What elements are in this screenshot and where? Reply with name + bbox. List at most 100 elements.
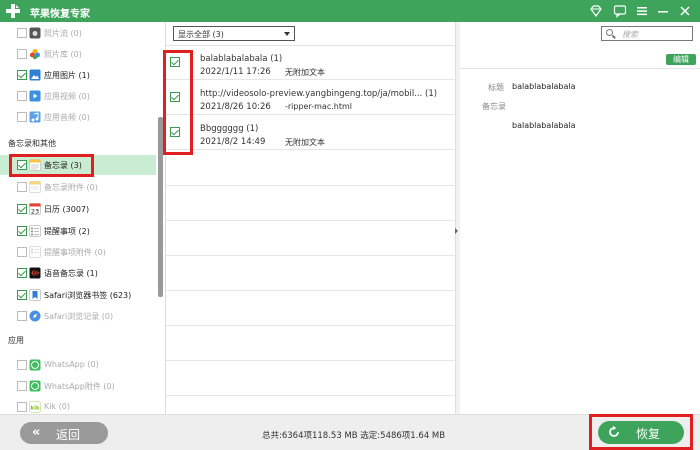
checkbox[interactable] (17, 70, 27, 80)
image-icon (29, 69, 41, 81)
list-item-note: 无附加文本 (285, 68, 325, 77)
search-icon (606, 29, 613, 36)
checkbox[interactable] (17, 268, 27, 278)
checkbox[interactable] (17, 112, 27, 122)
checkbox[interactable] (17, 402, 27, 412)
highlight-notes-item (9, 154, 94, 177)
safari-bookmark-icon (29, 289, 41, 301)
sidebar-item-kik[interactable]: kik Kik (0) (0, 397, 160, 414)
search-placeholder: 搜索 (622, 30, 638, 39)
memo-value: balablabalabala (512, 121, 576, 130)
close-icon[interactable] (678, 4, 692, 18)
empty-row (166, 291, 456, 326)
sidebar-item-label: Kik (0) (44, 402, 70, 411)
checkbox[interactable] (17, 360, 27, 370)
empty-row (166, 186, 456, 221)
divider (460, 68, 700, 69)
section-header-memo: 备忘录和其他 (8, 139, 56, 148)
list-item-note: 无附加文本 (285, 138, 325, 147)
filter-dropdown-value: 显示全部 (3) (178, 30, 224, 39)
sidebar-item-label: Safari浏览器书签 (623) (44, 291, 132, 300)
filter-dropdown[interactable]: 显示全部 (3) (173, 26, 295, 41)
checkbox[interactable] (17, 290, 27, 300)
list-item[interactable]: http://videosolo-preview.yangbingeng.top… (166, 81, 456, 115)
reminders-icon (29, 225, 41, 237)
app-title: 苹果恢复专家 (30, 9, 90, 20)
sidebar-item-label: 应用音频 (0) (44, 113, 90, 122)
empty-row (166, 326, 456, 361)
list-item-note: -ripper-mac.html (285, 102, 352, 111)
list-item-date: 2021/8/2 14:49 (200, 137, 266, 147)
sidebar-item-label: 应用视频 (0) (44, 92, 90, 101)
empty-row (166, 361, 456, 396)
list-item-title: Bbgggggg (1) (200, 124, 259, 134)
sidebar-item-whatsapp[interactable]: WhatsApp (0) (0, 355, 160, 375)
list-item[interactable]: Bbgggggg (1) 2021/8/2 14:49 无附加文本 (166, 116, 456, 150)
edit-button[interactable]: 编辑 (666, 54, 696, 65)
empty-row (166, 151, 456, 186)
sidebar-item-label: WhatsApp附件 (0) (44, 382, 115, 391)
checkbox[interactable] (17, 91, 27, 101)
chevron-right-icon[interactable] (455, 228, 458, 234)
sidebar-item-app-audio[interactable]: 应用音频 (0) (0, 107, 160, 127)
whatsapp-attachment-icon (29, 380, 41, 392)
svg-text:kik: kik (30, 406, 40, 412)
checkbox[interactable] (17, 226, 27, 236)
sidebar-item-calendar[interactable]: 23 日历 (3007) (0, 199, 160, 219)
safari-history-icon (29, 310, 41, 322)
sidebar-item-voice-memos[interactable]: 语音备忘录 (1) (0, 263, 160, 283)
sidebar-item-label: 语音备忘录 (1) (44, 269, 98, 278)
sidebar-item-whatsapp-attachments[interactable]: WhatsApp附件 (0) (0, 376, 160, 396)
memo-label: 备忘录 (482, 102, 506, 111)
item-list-panel: 显示全部 (3) balablabalabala (1) 2022/1/11 1… (166, 22, 456, 414)
sidebar-item-label: 提醒事项 (2) (44, 227, 90, 236)
camera-icon (29, 27, 41, 39)
checkbox[interactable] (17, 28, 27, 38)
search-input[interactable]: 搜索 (601, 26, 693, 41)
calendar-icon-day: 23 (31, 208, 39, 216)
kik-icon: kik (29, 401, 41, 413)
sidebar-item-app-photos[interactable]: 应用图片 (1) (0, 65, 160, 85)
chevron-down-icon (284, 32, 290, 36)
sidebar-item-reminders[interactable]: 提醒事项 (2) (0, 221, 160, 241)
empty-row (166, 256, 456, 291)
checkbox[interactable] (17, 204, 27, 214)
sidebar-item-app-videos[interactable]: 应用视频 (0) (0, 86, 160, 106)
sidebar-item-safari-bookmarks[interactable]: Safari浏览器书签 (623) (0, 285, 160, 305)
empty-row (166, 221, 456, 256)
sidebar-item-label: 照片流 (0) (44, 29, 82, 38)
selection-summary: 总共:6364项118.53 MB 选定:5486项1.64 MB (262, 431, 446, 441)
sidebar-item-label: 应用图片 (1) (44, 71, 90, 80)
sidebar-item-photo-library[interactable]: 照片库 (0) (0, 44, 160, 64)
list-item-date: 2022/1/11 17:26 (200, 67, 271, 77)
checkbox[interactable] (17, 311, 27, 321)
calendar-icon: 23 (29, 203, 41, 215)
checkbox[interactable] (17, 247, 27, 257)
photos-icon (30, 49, 40, 60)
double-chevron-left-icon: « (32, 425, 41, 440)
menu-icon[interactable] (635, 4, 649, 18)
checkbox[interactable] (17, 182, 27, 192)
sidebar-item-label: 照片库 (0) (44, 50, 82, 59)
back-button[interactable]: « 返回 (20, 422, 108, 444)
highlight-checkbox-column (163, 50, 193, 155)
sidebar-item-label: 提醒事项附件 (0) (44, 248, 106, 257)
list-toolbar: 显示全部 (3) (166, 22, 456, 46)
detail-panel: 搜索 编辑 标题 balablabalabala 备忘录 balablabala… (460, 22, 700, 414)
sidebar-item-reminders-attachments[interactable]: 提醒事项附件 (0) (0, 242, 160, 262)
sidebar-item-label: 日历 (3007) (44, 205, 90, 214)
minimize-icon[interactable] (656, 4, 670, 18)
sidebar-item-notes-attachments[interactable]: 备忘录附件 (0) (0, 177, 160, 197)
sidebar-item-label: WhatsApp (0) (44, 360, 99, 369)
app-logo-icon (6, 4, 20, 18)
checkbox[interactable] (17, 49, 27, 59)
voice-memo-icon (29, 267, 41, 279)
back-button-label: 返回 (56, 428, 81, 442)
list-item[interactable]: balablabalabala (1) 2022/1/11 17:26 无附加文… (166, 46, 456, 80)
sidebar-item-safari-history[interactable]: Safari浏览记录 (0) (0, 306, 160, 326)
chat-icon[interactable] (613, 4, 627, 18)
sidebar-item-photo-stream[interactable]: 照片流 (0) (0, 23, 160, 43)
checkbox[interactable] (17, 381, 27, 391)
notes-attachment-icon (29, 181, 41, 193)
diamond-icon[interactable] (589, 4, 603, 18)
